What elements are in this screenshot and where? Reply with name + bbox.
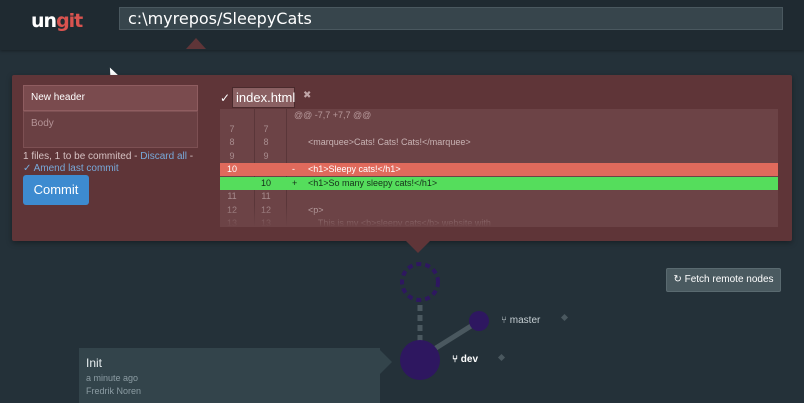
- new-commit-node[interactable]: [400, 262, 440, 302]
- init-commit-node[interactable]: [400, 340, 440, 380]
- branch-label: master: [509, 315, 541, 326]
- branch-icon: ⑂: [452, 354, 458, 365]
- commit-message: Init: [86, 356, 103, 370]
- commit-card[interactable]: Init a minute ago Fredrik Noren: [79, 348, 380, 403]
- branch-icon: ⑂: [501, 315, 507, 326]
- commit-card-arrow: [380, 350, 392, 374]
- ref-drop-marker: [560, 313, 569, 322]
- branch-ref-dev[interactable]: ⑂ dev: [452, 354, 478, 365]
- commit-author: Fredrik Noren: [86, 386, 142, 396]
- ref-drop-marker: [497, 353, 506, 362]
- branch-ref-master[interactable]: ⑂ master: [501, 315, 540, 326]
- commit-time: a minute ago: [86, 373, 139, 383]
- branch-label: dev: [460, 354, 479, 365]
- commit-graph: [400, 262, 569, 380]
- master-commit-node[interactable]: [469, 311, 489, 331]
